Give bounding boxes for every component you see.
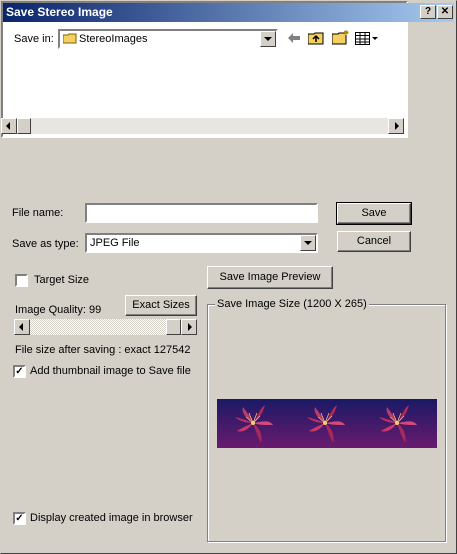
scroll-left-icon[interactable]: [1, 118, 17, 134]
up-folder-icon[interactable]: [307, 31, 324, 48]
view-menu-icon[interactable]: [355, 32, 379, 48]
save-in-label: Save in:: [14, 33, 54, 45]
title-bar: Save Stereo Image ? ✕: [3, 3, 454, 22]
add-thumbnail-checkbox[interactable]: ✓: [13, 365, 26, 378]
file-name-input[interactable]: [85, 203, 318, 223]
save-as-type-value: JPEG File: [90, 237, 140, 249]
save-image-size-label: Save Image Size (1200 X 265): [215, 298, 369, 310]
window-title: Save Stereo Image: [6, 5, 113, 19]
save-stereo-image-dialog: Save Stereo Image ? ✕ Save in: StereoIma…: [0, 0, 457, 554]
scroll-right-icon[interactable]: [388, 118, 404, 134]
save-button[interactable]: Save: [336, 202, 412, 225]
cancel-button[interactable]: Cancel: [337, 231, 411, 252]
display-in-browser-checkbox[interactable]: ✓: [13, 512, 26, 525]
folder-icon: [62, 33, 77, 44]
image-quality-slider[interactable]: [14, 319, 197, 335]
scrollbar-thumb[interactable]: [17, 118, 31, 134]
slider-left-icon[interactable]: [14, 319, 30, 335]
help-button[interactable]: ?: [420, 5, 436, 19]
slider-right-icon[interactable]: [181, 319, 197, 335]
stereo-image-preview: [217, 399, 437, 448]
file-name-label: File name:: [12, 207, 64, 219]
exact-sizes-button[interactable]: Exact Sizes: [125, 295, 197, 316]
target-size-checkbox[interactable]: [15, 274, 28, 287]
new-folder-icon[interactable]: [331, 30, 350, 48]
image-quality-label: Image Quality: 99: [15, 304, 102, 316]
save-as-type-dropdown[interactable]: JPEG File: [85, 233, 318, 253]
target-size-label: Target Size: [34, 274, 90, 286]
slider-thumb[interactable]: [166, 319, 181, 335]
chevron-down-icon[interactable]: [300, 235, 316, 251]
save-in-value: StereoImages: [79, 33, 148, 45]
add-thumbnail-label: Add thumbnail image to Save file: [30, 365, 191, 377]
save-image-preview-button[interactable]: Save Image Preview: [207, 266, 333, 289]
save-in-dropdown[interactable]: StereoImages: [58, 29, 278, 49]
display-in-browser-label: Display created image in browser: [30, 512, 193, 524]
close-button[interactable]: ✕: [437, 5, 453, 19]
chevron-down-icon[interactable]: [260, 31, 276, 47]
file-list-horizontal-scrollbar[interactable]: [1, 118, 404, 134]
file-size-text: File size after saving : exact 127542: [15, 344, 191, 356]
back-arrow-icon[interactable]: [287, 32, 301, 47]
save-as-type-label: Save as type:: [12, 238, 79, 250]
